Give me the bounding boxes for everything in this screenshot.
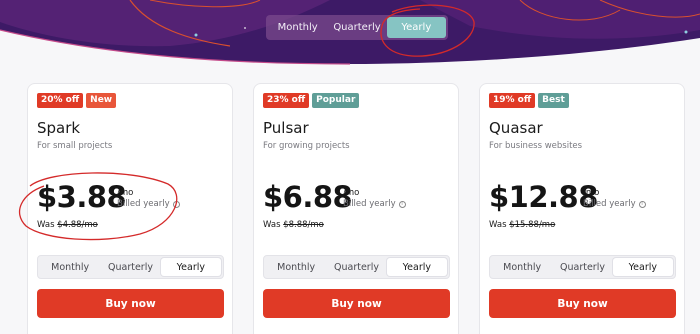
info-icon[interactable]: i	[638, 201, 646, 208]
was-price: Was $8.88/mo	[263, 220, 324, 230]
price-meta: /mo Billed yearly i	[583, 188, 646, 210]
plan-card-pulsar: 23% off Popular Pulsar For growing proje…	[253, 83, 459, 334]
billing-text: Billed yearly	[117, 199, 170, 209]
was-label: Was	[263, 220, 281, 230]
old-price: $4.88/mo	[57, 220, 98, 230]
badge-group: 23% off Popular	[263, 93, 360, 108]
billing-note: Billed yearly i	[583, 199, 646, 210]
label-badge: Best	[538, 93, 569, 108]
card-period-toggle: Monthly Quarterly Yearly	[489, 255, 676, 279]
plan-price: $12.88	[489, 180, 598, 214]
price-meta: /mo Billed yearly i	[117, 188, 180, 210]
plan-description: For business websites	[489, 141, 583, 151]
price-period: /mo	[583, 188, 600, 198]
label-badge: New	[86, 93, 117, 108]
plan-card-spark: 20% off New Spark For small projects $3.…	[27, 83, 233, 334]
plan-price: $6.88	[263, 180, 353, 214]
card-option-quarterly[interactable]: Quarterly	[326, 258, 386, 276]
card-period-toggle: Monthly Quarterly Yearly	[263, 255, 450, 279]
buy-now-button[interactable]: Buy now	[263, 289, 450, 318]
plan-description: For small projects	[37, 141, 113, 151]
badge-group: 20% off New	[37, 93, 117, 108]
was-label: Was	[37, 220, 55, 230]
plan-name: Pulsar	[263, 119, 309, 137]
was-price: Was $15.88/mo	[489, 220, 555, 230]
card-option-quarterly[interactable]: Quarterly	[100, 258, 160, 276]
discount-badge: 19% off	[489, 93, 536, 108]
price-period: /mo	[117, 188, 134, 198]
old-price: $15.88/mo	[509, 220, 556, 230]
buy-now-button[interactable]: Buy now	[37, 289, 224, 318]
billing-note: Billed yearly i	[343, 199, 406, 210]
plan-name: Spark	[37, 119, 81, 137]
card-period-toggle: Monthly Quarterly Yearly	[37, 255, 224, 279]
card-option-quarterly[interactable]: Quarterly	[552, 258, 612, 276]
card-option-monthly[interactable]: Monthly	[492, 258, 552, 276]
plan-price: $3.88	[37, 180, 127, 214]
card-option-monthly[interactable]: Monthly	[266, 258, 326, 276]
discount-badge: 23% off	[263, 93, 310, 108]
billing-note: Billed yearly i	[117, 199, 180, 210]
card-option-monthly[interactable]: Monthly	[40, 258, 100, 276]
plan-description: For growing projects	[263, 141, 350, 151]
period-option-quarterly[interactable]: Quarterly	[327, 17, 386, 38]
card-option-yearly[interactable]: Yearly	[160, 258, 221, 276]
price-meta: /mo Billed yearly i	[343, 188, 406, 210]
period-option-monthly[interactable]: Monthly	[268, 17, 327, 38]
info-icon[interactable]: i	[398, 201, 406, 208]
period-option-yearly[interactable]: Yearly	[386, 17, 446, 38]
price-period: /mo	[343, 188, 360, 198]
discount-badge: 20% off	[37, 93, 84, 108]
label-badge: Popular	[312, 93, 360, 108]
old-price: $8.88/mo	[283, 220, 324, 230]
billing-text: Billed yearly	[583, 199, 636, 209]
buy-now-button[interactable]: Buy now	[489, 289, 676, 318]
info-icon[interactable]: i	[172, 201, 180, 208]
card-option-yearly[interactable]: Yearly	[612, 258, 673, 276]
was-label: Was	[489, 220, 507, 230]
card-option-yearly[interactable]: Yearly	[386, 258, 447, 276]
plan-card-quasar: 19% off Best Quasar For business website…	[479, 83, 685, 334]
plan-name: Quasar	[489, 119, 543, 137]
was-price: Was $4.88/mo	[37, 220, 98, 230]
billing-text: Billed yearly	[343, 199, 396, 209]
billing-period-toggle: Monthly Quarterly Yearly	[266, 15, 448, 40]
badge-group: 19% off Best	[489, 93, 569, 108]
